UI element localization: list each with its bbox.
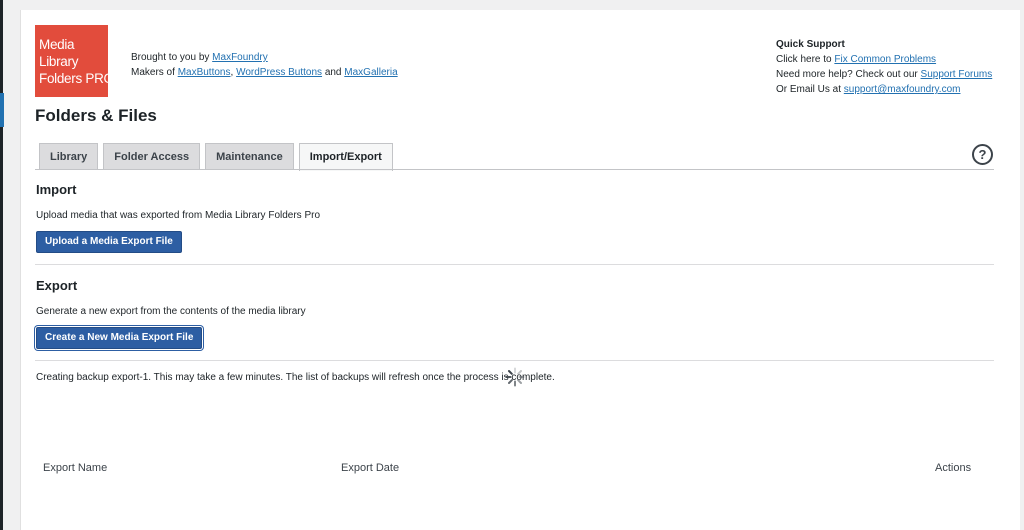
support-email-link[interactable]: support@maxfoundry.com [844,84,961,95]
section-divider [35,264,994,265]
makers-line: Makers of MaxButtons, WordPress Buttons … [131,65,398,80]
upload-export-file-button[interactable]: Upload a Media Export File [36,231,182,253]
forums-line: Need more help? Check out our Support Fo… [776,67,992,82]
page-title: Folders & Files [35,106,157,125]
fix-problems-line: Click here to Fix Common Problems [776,52,992,67]
brought-prefix: Brought to you by [131,52,210,63]
backup-status-message: Creating backup export-1. This may take … [36,372,555,383]
export-description: Generate a new export from the contents … [36,306,306,317]
forums-prefix: Need more help? Check out our [776,69,918,80]
admin-menu-active-marker [0,93,4,127]
email-line: Or Email Us at support@maxfoundry.com [776,82,992,97]
makers-prefix: Makers of [131,67,175,78]
fix-prefix: Click here to [776,54,832,65]
maxbuttons-link[interactable]: MaxButtons [178,67,231,78]
export-heading: Export [36,278,78,293]
create-export-file-button[interactable]: Create a New Media Export File [36,327,203,349]
plugin-logo: Media Library Folders PRO [35,25,114,97]
logo-line-2: Library [39,54,79,69]
tab-maintenance[interactable]: Maintenance [205,143,294,170]
tab-import-export[interactable]: Import/Export [298,143,393,171]
loading-spinner-icon [505,367,525,387]
tab-bar: Library Folder Access Maintenance Import… [39,143,393,171]
import-description: Upload media that was exported from Medi… [36,210,321,221]
brought-by-line: Brought to you by MaxFoundry [131,50,398,65]
section-divider [35,360,994,361]
column-header-actions: Actions [935,462,972,474]
maxgalleria-link[interactable]: MaxGalleria [344,67,397,78]
quick-support-title: Quick Support [776,39,845,50]
support-forums-link[interactable]: Support Forums [921,69,993,80]
email-prefix: Or Email Us at [776,84,842,95]
column-header-export-date[interactable]: Export Date [341,462,399,474]
maxfoundry-link[interactable]: MaxFoundry [212,52,268,63]
logo-line-1: Media [39,37,75,52]
tab-library[interactable]: Library [39,143,99,170]
credits-and: and [324,67,342,78]
import-heading: Import [36,182,77,197]
fix-common-problems-link[interactable]: Fix Common Problems [834,54,936,65]
help-icon[interactable]: ? [972,144,993,165]
quick-support: Quick Support Click here to Fix Common P… [776,37,992,97]
main-panel: Media Library Folders PRO Brought to you… [20,10,1020,530]
wordpress-buttons-link[interactable]: WordPress Buttons [236,67,322,78]
credits-block: Brought to you by MaxFoundry Makers of M… [131,50,398,80]
column-header-export-name[interactable]: Export Name [43,462,107,474]
tab-folder-access[interactable]: Folder Access [103,143,201,170]
tabs-divider [35,169,994,170]
credits-comma: , [230,67,234,78]
logo-line-3: Folders PRO [39,71,114,86]
admin-sidebar-edge [0,0,3,530]
